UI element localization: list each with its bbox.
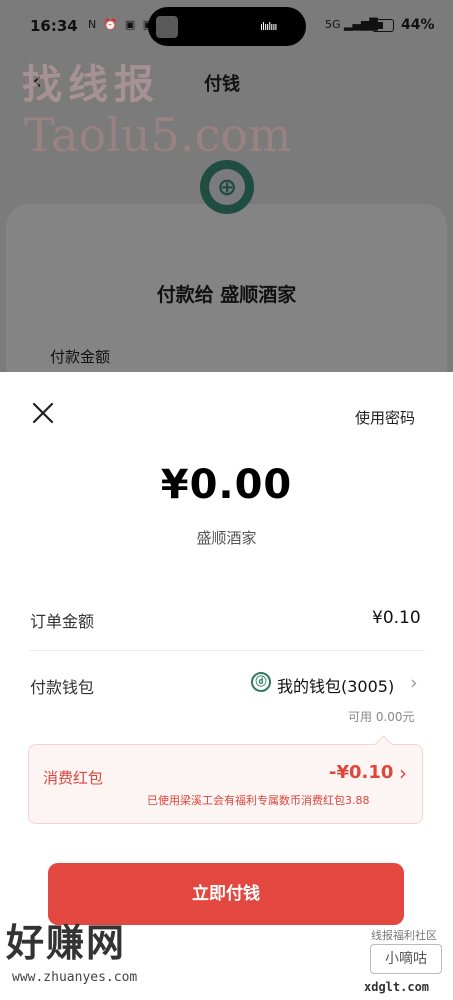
dynamic-island: ılıılııı: [148, 7, 306, 46]
chevron-right-icon[interactable]: ›: [410, 672, 418, 694]
battery-icon: [372, 19, 394, 32]
bank-logo-inner: ⊕: [209, 169, 245, 205]
status-time: 16:34: [30, 17, 78, 35]
red-packet-note: 已使用梁溪工会有福利专属数币消费红包3.88: [147, 794, 370, 807]
battery-level: [375, 22, 383, 29]
battery-percent: 44%: [401, 17, 435, 33]
watermark-domain: xdglt.com: [364, 980, 430, 994]
watermark-bottom-cn: 好赚网: [6, 921, 127, 965]
pay-amount: ¥0.00: [160, 462, 293, 508]
wallet-bank-icon: ⓓ: [251, 672, 271, 692]
watermark-box: 小嘀咕: [370, 944, 442, 974]
order-amount-label: 订单金额: [30, 612, 95, 631]
notification-icons: N ⏰ ▣ ▣: [88, 18, 156, 31]
packet-notch: [374, 735, 393, 754]
use-password-link[interactable]: 使用密码: [355, 407, 415, 428]
watermark-top-cn: 找线报: [22, 62, 160, 108]
available-balance: 可用 0.00元: [348, 710, 415, 724]
amount-label: 付款金额: [50, 348, 111, 366]
payment-sheet: 使用密码 ¥0.00 盛顺酒家 订单金额 ¥0.10 付款钱包 ⓓ 我的钱包(3…: [0, 372, 453, 1000]
status-bar: 16:34 N ⏰ ▣ ▣ ılıılııı 5G ▂▄▆█ 44%: [0, 0, 453, 52]
watermark-community: 线报福利社区: [371, 929, 437, 942]
signal-icon: 5G ▂▄▆█: [325, 18, 378, 31]
media-thumbnail: [156, 16, 178, 38]
audio-wave-icon: ılıılııı: [260, 20, 277, 33]
merchant-name: 盛顺酒家: [196, 529, 257, 547]
red-packet-amount: -¥0.10: [329, 762, 394, 783]
bank-logo: ⊕: [200, 160, 254, 214]
watermark-bottom-en: www.zhuanyes.com: [12, 970, 138, 985]
red-packet-card[interactable]: 消费红包 -¥0.10 › 已使用梁溪工会有福利专属数币消费红包3.88: [28, 735, 423, 824]
page-title: 付钱: [204, 74, 240, 95]
background-page: 16:34 N ⏰ ▣ ▣ ılıılııı 5G ▂▄▆█ 44% ‹ 付钱 …: [0, 0, 453, 372]
payee-title: 付款给 盛顺酒家: [156, 284, 297, 306]
order-amount-value: ¥0.10: [372, 608, 421, 628]
watermark-top-en: Taolu5.com: [24, 108, 292, 162]
chevron-right-icon[interactable]: ›: [399, 761, 407, 785]
bank-logo-glyph: ⊕: [216, 173, 238, 201]
wallet-label: 付款钱包: [30, 678, 95, 697]
divider: [30, 650, 425, 651]
red-packet-label: 消费红包: [43, 769, 104, 787]
close-icon[interactable]: [30, 400, 56, 426]
wallet-selector[interactable]: 我的钱包(3005): [277, 673, 394, 697]
